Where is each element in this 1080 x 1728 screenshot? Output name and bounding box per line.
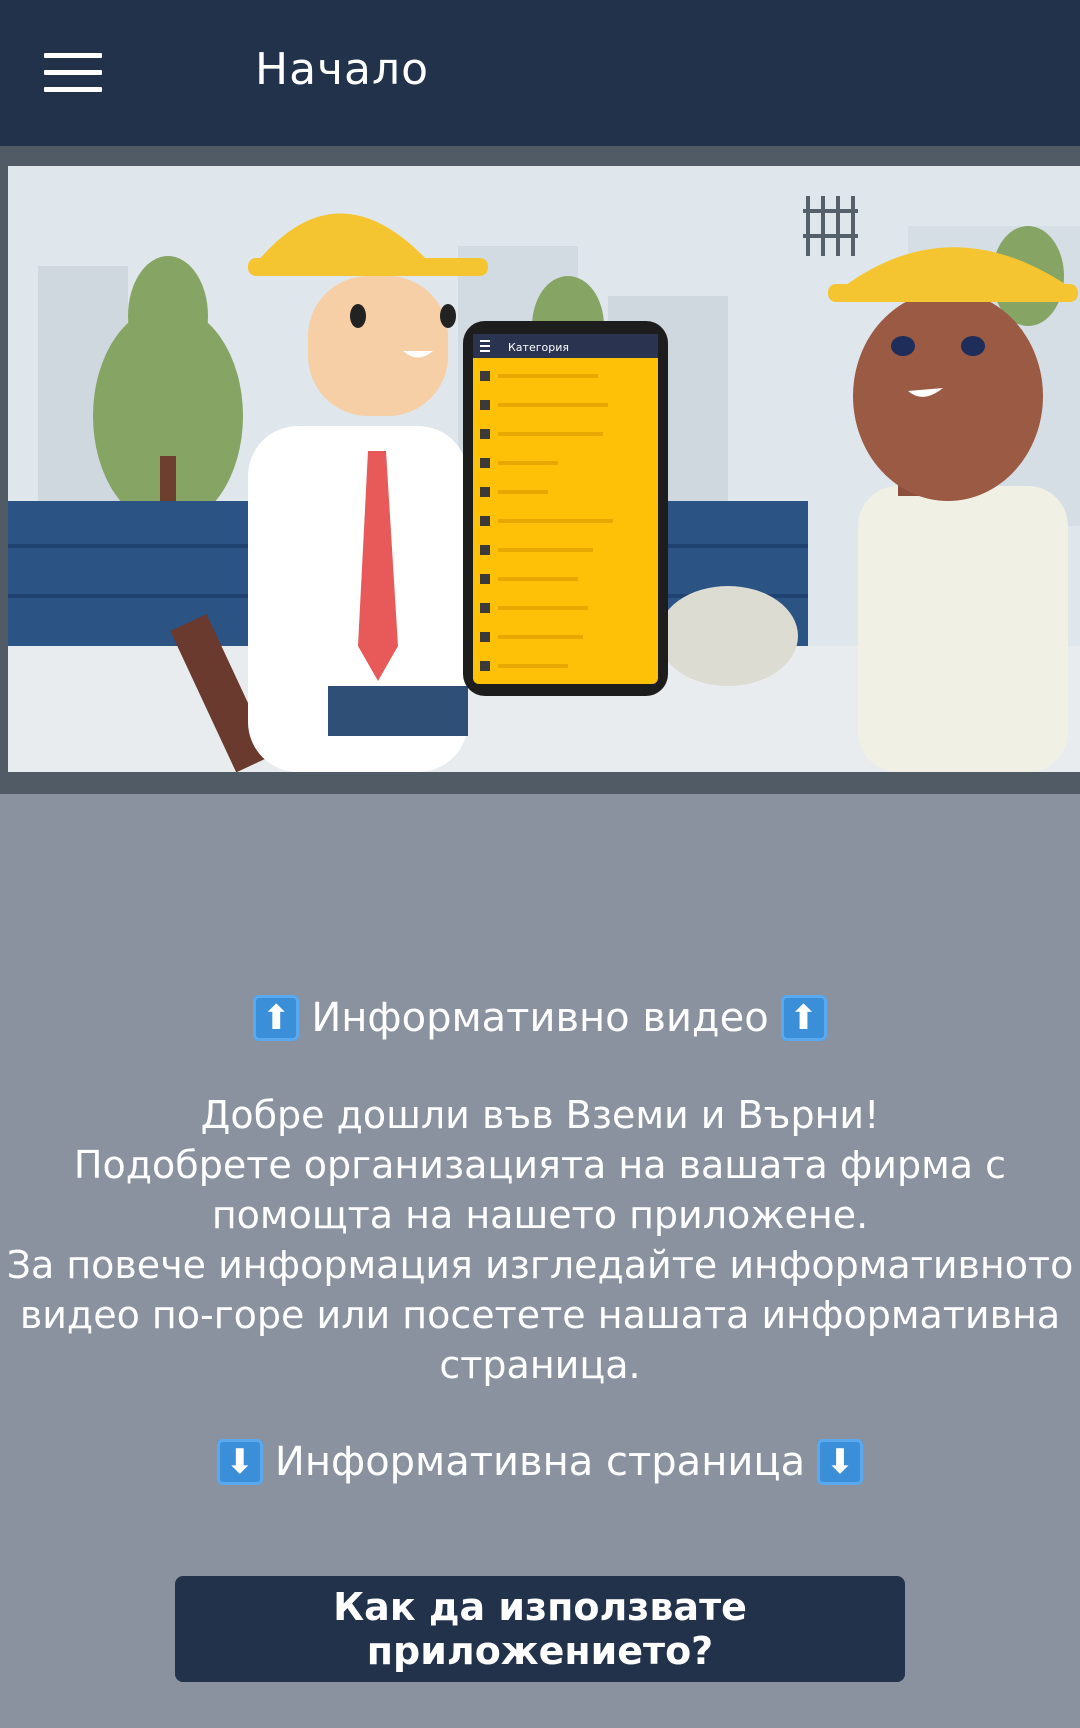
info-text-line: помощта на нашето приложене. — [211, 1193, 869, 1237]
how-to-use-button[interactable]: Как да използвате приложението? — [175, 1576, 905, 1682]
info-text-line: страница. — [439, 1343, 641, 1387]
hamburger-menu-icon[interactable] — [44, 50, 106, 94]
arrow-down-icon: ⬇ — [216, 1439, 263, 1485]
video-heading: ⬆ Информативно видео ⬆ — [0, 990, 1080, 1046]
info-text-line: Подобрете организацията на вашата фирма … — [73, 1143, 1007, 1187]
info-text-line: видео по-горе или посетете нашата информ… — [19, 1293, 1061, 1337]
page-title: Начало — [255, 44, 430, 95]
page-heading-text: Информативна страница — [274, 1439, 806, 1485]
arrow-up-icon: ⬆ — [253, 995, 300, 1041]
app-bar: Начало — [0, 0, 1080, 146]
info-section: ⬆ Информативно видео ⬆ Добре дошли във В… — [0, 990, 1080, 1490]
informative-video-player[interactable]: Категория — [8, 166, 1080, 772]
page-heading: ⬇ Информативна страница ⬇ — [0, 1434, 1080, 1490]
video-heading-text: Информативно видео — [311, 995, 769, 1041]
welcome-text: Добре дошли във Вземи и Върни! — [200, 1093, 880, 1137]
info-text-line: За повече информация изгледайте информат… — [6, 1243, 1074, 1287]
arrow-up-icon: ⬆ — [780, 995, 827, 1041]
arrow-down-icon: ⬇ — [817, 1439, 864, 1485]
video-container: Категория — [0, 146, 1080, 794]
phone-screen-header: Категория — [508, 341, 569, 354]
